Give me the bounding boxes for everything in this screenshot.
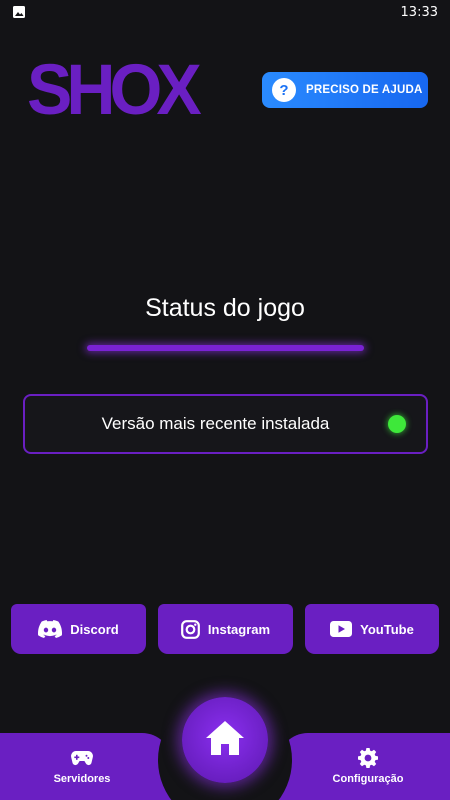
youtube-icon	[330, 621, 353, 637]
shox-logo: SHOX	[27, 50, 202, 130]
home-button[interactable]	[182, 697, 268, 783]
nav-item-settings[interactable]: Configuração	[308, 747, 428, 785]
nav-servers-label: Servidores	[53, 773, 111, 785]
discord-button[interactable]: Discord	[11, 604, 146, 654]
game-status-message: Versão mais recente instalada	[101, 414, 330, 433]
social-links: Discord Instagram YouTube	[0, 604, 450, 654]
home-icon	[205, 720, 245, 761]
gear-icon	[358, 747, 378, 769]
instagram-icon	[181, 619, 200, 639]
system-status-bar: 13:33	[0, 0, 450, 24]
instagram-button[interactable]: Instagram	[158, 604, 293, 654]
instagram-label: Instagram	[207, 621, 271, 637]
question-icon: ?	[272, 78, 296, 102]
image-icon	[12, 5, 26, 19]
title-underline	[87, 345, 364, 351]
clock-time: 13:33	[400, 4, 438, 20]
game-status-title: Status do jogo	[145, 294, 305, 322]
nav-item-servers[interactable]: Servidores	[22, 747, 142, 785]
youtube-button[interactable]: YouTube	[305, 604, 439, 654]
status-indicator-dot	[388, 415, 406, 433]
help-button-label: PRECISO DE AJUDA	[306, 84, 423, 96]
gamepad-icon	[71, 747, 93, 769]
discord-label: Discord	[70, 621, 119, 637]
discord-icon	[38, 620, 63, 638]
game-status-card: Versão mais recente instalada	[23, 394, 428, 454]
youtube-label: YouTube	[360, 621, 414, 637]
help-button[interactable]: ? PRECISO DE AJUDA	[262, 72, 428, 108]
nav-settings-label: Configuração	[332, 773, 404, 785]
